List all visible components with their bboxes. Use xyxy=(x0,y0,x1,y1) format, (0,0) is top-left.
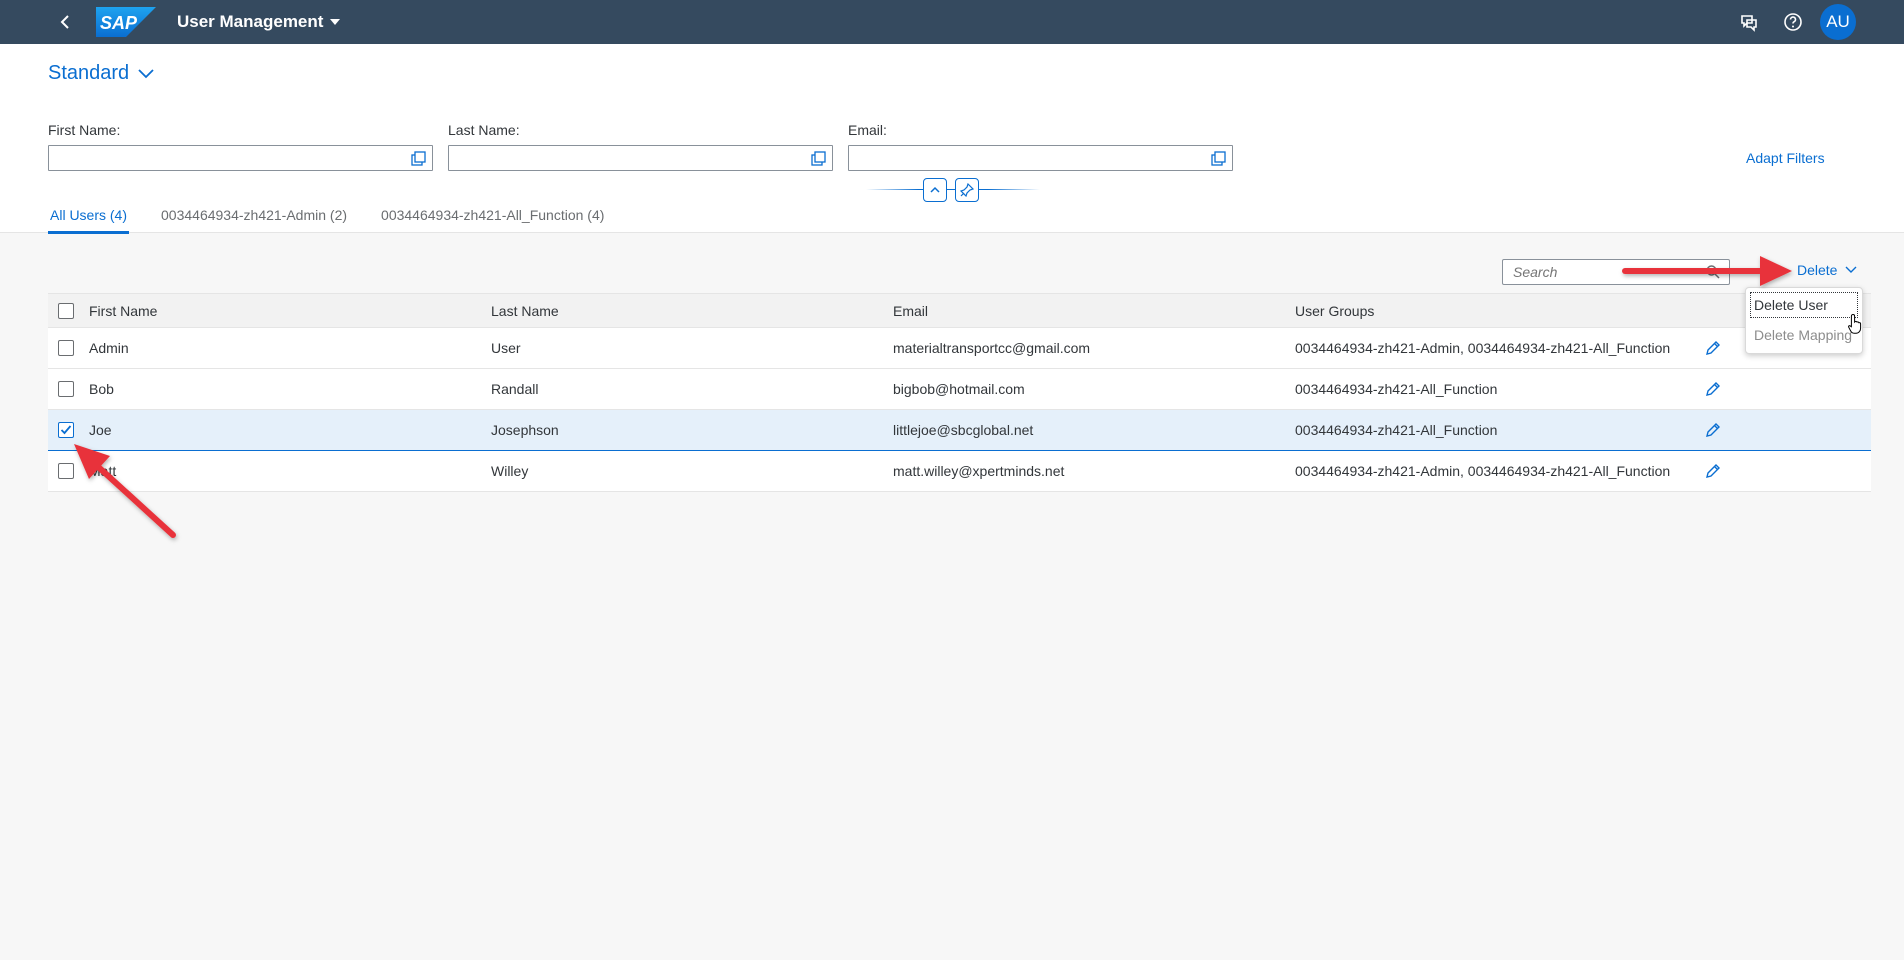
row-checkbox[interactable] xyxy=(58,463,74,479)
email-label: Email: xyxy=(848,122,887,138)
tab-all-function-group[interactable]: 0034464934-zh421-All_Function (4) xyxy=(379,204,606,234)
cell-last-name: User xyxy=(491,340,521,356)
search-field[interactable] xyxy=(1502,259,1730,285)
edit-icon[interactable] xyxy=(1704,339,1722,357)
adapt-filters-button[interactable]: Adapt Filters xyxy=(1746,150,1825,166)
row-checkbox-checked[interactable] xyxy=(58,422,74,438)
value-help-icon[interactable] xyxy=(811,151,826,166)
sap-logo[interactable]: SAP xyxy=(96,7,156,37)
table-row[interactable]: Admin User materialtransportcc@gmail.com… xyxy=(48,328,1871,369)
cell-user-groups: 0034464934-zh421-Admin, 0034464934-zh421… xyxy=(1295,340,1671,356)
chevron-down-icon xyxy=(138,68,154,78)
last-name-label: Last Name: xyxy=(448,122,520,138)
search-input[interactable] xyxy=(1503,260,1693,284)
table-row[interactable]: Bob Randall bigbob@hotmail.com 003446493… xyxy=(48,369,1871,410)
row-checkbox[interactable] xyxy=(58,381,74,397)
pin-header-button[interactable] xyxy=(955,178,979,202)
app-title: User Management xyxy=(177,12,324,31)
search-icon[interactable] xyxy=(1705,264,1721,280)
header-collapse-divider xyxy=(866,189,1040,190)
cell-last-name: Willey xyxy=(491,463,529,479)
chevron-down-icon xyxy=(1845,266,1857,273)
last-name-input[interactable] xyxy=(448,145,833,171)
tab-admin-group[interactable]: 0034464934-zh421-Admin (2) xyxy=(159,204,349,234)
first-name-input[interactable] xyxy=(48,145,433,171)
row-checkbox[interactable] xyxy=(58,340,74,356)
cell-first-name: Admin xyxy=(89,340,129,356)
value-help-icon[interactable] xyxy=(411,151,426,166)
cell-last-name: Josephson xyxy=(491,422,559,438)
group-tabs: All Users (4) 0034464934-zh421-Admin (2)… xyxy=(48,204,636,234)
cell-email: bigbob@hotmail.com xyxy=(893,381,1025,397)
cell-first-name: Joe xyxy=(89,422,112,438)
table-header: First Name Last Name Email User Groups xyxy=(48,293,1871,328)
app-title-menu[interactable]: User Management xyxy=(177,12,341,32)
cell-email: materialtransportcc@gmail.com xyxy=(893,340,1091,356)
menu-item-delete-user[interactable]: Delete User xyxy=(1750,292,1858,318)
pin-icon xyxy=(960,183,974,197)
select-all-checkbox[interactable] xyxy=(58,302,74,319)
column-last-name[interactable]: Last Name xyxy=(491,294,559,327)
table-row[interactable]: Matt Willey matt.willey@xpertminds.net 0… xyxy=(48,451,1871,492)
chevron-down-icon xyxy=(330,19,341,25)
hand-cursor-icon xyxy=(1848,313,1862,334)
tab-all-users[interactable]: All Users (4) xyxy=(48,204,130,234)
cell-user-groups: 0034464934-zh421-All_Function xyxy=(1295,381,1498,397)
edit-icon[interactable] xyxy=(1704,462,1722,480)
column-email[interactable]: Email xyxy=(893,294,928,327)
shell-bar: SAP User Management AU xyxy=(0,0,1904,44)
collapse-header-button[interactable] xyxy=(923,178,947,202)
logo-text: SAP xyxy=(100,13,138,33)
filter-bar: Standard First Name: Last Name: Email: A… xyxy=(0,44,1904,234)
cell-user-groups: 0034464934-zh421-All_Function xyxy=(1295,422,1498,438)
cell-first-name: Matt xyxy=(89,463,117,479)
variant-name: Standard xyxy=(48,62,130,84)
delete-dropdown-menu: Delete User Delete Mapping xyxy=(1745,287,1863,354)
edit-icon[interactable] xyxy=(1704,421,1722,439)
edit-icon[interactable] xyxy=(1704,380,1722,398)
users-table: First Name Last Name Email User Groups A… xyxy=(48,293,1871,492)
delete-label: Delete xyxy=(1797,262,1838,278)
user-avatar[interactable]: AU xyxy=(1820,4,1856,40)
column-user-groups[interactable]: User Groups xyxy=(1295,294,1374,327)
first-name-label: First Name: xyxy=(48,122,121,138)
checkmark-icon xyxy=(60,425,72,435)
cell-user-groups: 0034464934-zh421-Admin, 0034464934-zh421… xyxy=(1295,463,1671,479)
back-icon[interactable] xyxy=(56,12,76,32)
table-row[interactable]: Joe Josephson littlejoe@sbcglobal.net 00… xyxy=(48,410,1871,451)
feedback-icon[interactable] xyxy=(1738,11,1760,33)
menu-item-delete-mapping: Delete Mapping xyxy=(1754,327,1853,343)
delete-menu-button[interactable]: Delete xyxy=(1797,262,1857,278)
value-help-icon[interactable] xyxy=(1211,151,1226,166)
cell-last-name: Randall xyxy=(491,381,539,397)
email-input[interactable] xyxy=(848,145,1233,171)
cell-email: matt.willey@xpertminds.net xyxy=(893,463,1065,479)
cell-email: littlejoe@sbcglobal.net xyxy=(893,422,1034,438)
cell-first-name: Bob xyxy=(89,381,114,397)
column-first-name[interactable]: First Name xyxy=(89,294,157,327)
help-icon[interactable] xyxy=(1782,11,1804,33)
variant-selector[interactable]: Standard xyxy=(48,62,155,85)
chevron-up-icon xyxy=(930,186,940,193)
